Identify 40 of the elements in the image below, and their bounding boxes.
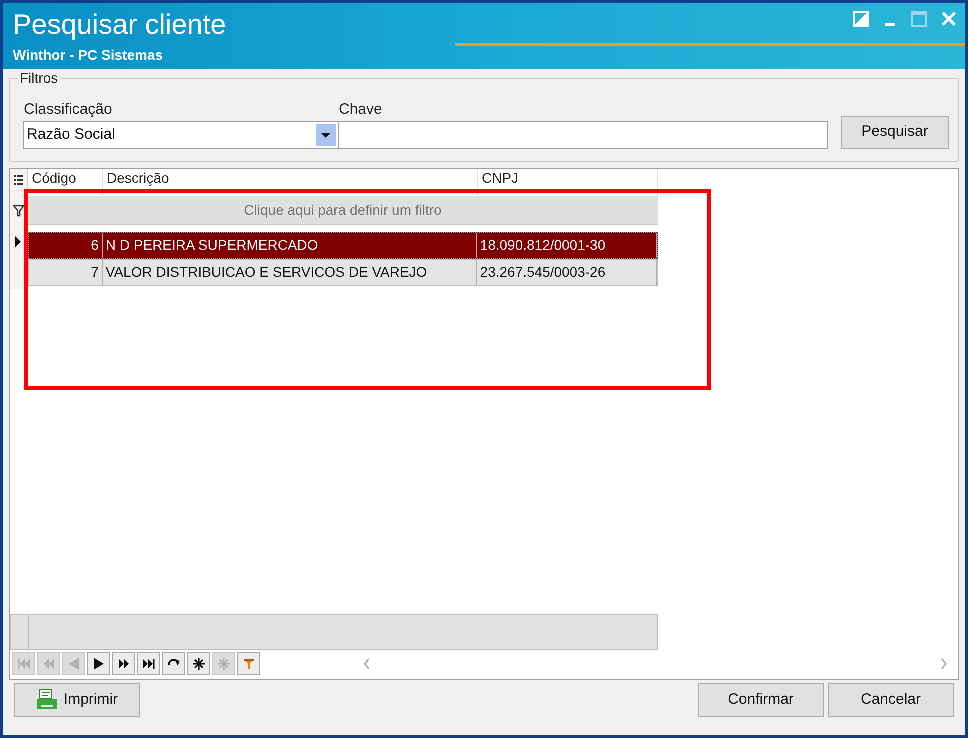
filter-row[interactable]: Clique aqui para definir um filtro	[28, 196, 658, 225]
printer-icon	[36, 689, 58, 711]
asterisk-button[interactable]	[187, 652, 210, 675]
group-legend: Filtros	[18, 70, 60, 86]
filter-row-icon	[13, 205, 25, 217]
column-header[interactable]: CNPJ	[482, 170, 519, 186]
table-cell: 6	[29, 233, 103, 258]
asterisk-icon	[216, 656, 232, 672]
scroll-left-icon[interactable]	[363, 658, 371, 670]
table-cell: 7	[29, 260, 103, 285]
asterisk-icon	[190, 656, 206, 672]
window-title: Pesquisar cliente	[13, 8, 226, 42]
row-indicator-icon	[15, 236, 21, 248]
table-row[interactable]: 6 N D PEREIRA SUPERMERCADO 18.090.812/0001-30	[28, 232, 658, 259]
curved-arrow-button[interactable]	[162, 652, 185, 675]
table-row[interactable]: 7 VALOR DISTRIBUICAO E SERVICOS DE VAREJO 23.267.545/0003-26	[28, 259, 658, 286]
confirm-button[interactable]: Confirmar	[698, 683, 824, 717]
table-cell: 23.267.545/0003-26	[477, 260, 657, 285]
search-button[interactable]: Pesquisar	[841, 116, 949, 149]
scroll-right-icon[interactable]	[940, 658, 948, 670]
print-button[interactable]: Imprimir	[14, 683, 140, 717]
table-cell: 18.090.812/0001-30	[477, 233, 657, 258]
column-header[interactable]: Descrição	[107, 170, 170, 186]
table-cell: VALOR DISTRIBUICAO E SERVICOS DE VAREJO	[102, 260, 478, 285]
close-icon[interactable]	[941, 11, 957, 27]
funnel-button[interactable]	[237, 652, 260, 675]
window-subtitle: Winthor - PC Sistemas	[13, 46, 164, 64]
classification-label: Classificação	[24, 100, 112, 120]
last-record-button[interactable]	[137, 652, 160, 675]
double-right-button[interactable]	[112, 652, 135, 675]
key-label: Chave	[339, 100, 382, 120]
maximize-icon[interactable]	[911, 11, 927, 27]
column-header[interactable]: Código	[32, 170, 76, 186]
key-field[interactable]	[338, 121, 828, 149]
right-triangle-button[interactable]	[87, 652, 110, 675]
classification-dropdown[interactable]: Razão Social	[23, 121, 339, 149]
table-cell: N D PEREIRA SUPERMERCADO	[102, 233, 478, 258]
restore-icon[interactable]	[853, 11, 869, 27]
cancel-button[interactable]: Cancelar	[828, 683, 954, 717]
column-chooser-icon[interactable]	[14, 175, 23, 188]
